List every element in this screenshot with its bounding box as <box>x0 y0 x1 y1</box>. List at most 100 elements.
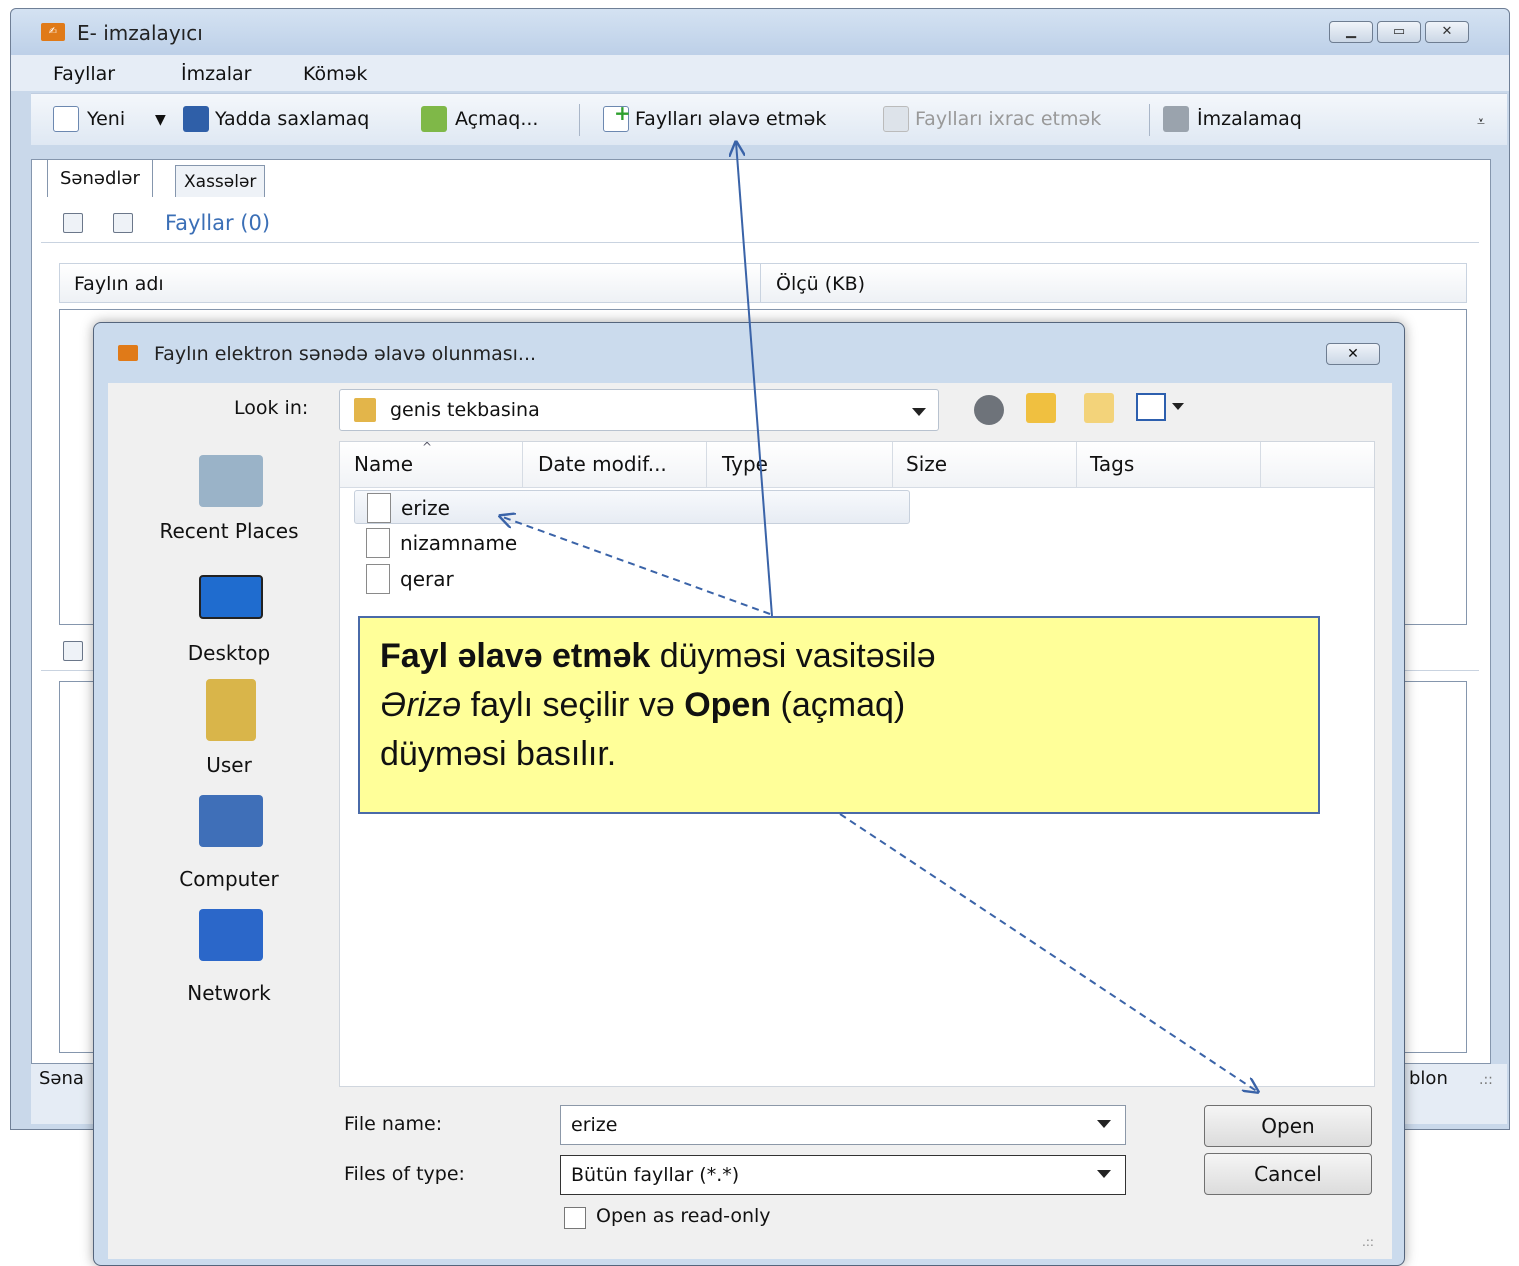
column-divider <box>706 442 707 488</box>
place-desktop[interactable]: Desktop <box>124 565 334 677</box>
add-files-button[interactable]: Faylları əlavə etmək <box>635 108 826 130</box>
back-icon[interactable] <box>974 395 1004 425</box>
resize-grip-icon[interactable]: .:: <box>1479 1072 1493 1088</box>
chevron-down-icon <box>1097 1120 1111 1128</box>
column-divider <box>892 442 893 488</box>
chevron-down-icon <box>912 408 926 416</box>
network-icon <box>199 909 263 961</box>
place-computer[interactable]: Computer <box>124 791 334 903</box>
recent-places-icon <box>199 455 263 507</box>
minimize-button[interactable]: ▁ <box>1329 21 1373 43</box>
signature-app-icon: ✍ <box>41 23 65 41</box>
up-folder-icon[interactable] <box>1026 393 1056 423</box>
document-icon <box>366 564 390 594</box>
details-view-icon[interactable] <box>113 213 133 233</box>
files-of-type-select[interactable]: Bütün fayllar (*.*) <box>560 1155 1126 1195</box>
place-label: User <box>206 753 252 777</box>
files-of-type-label: Files of type: <box>344 1163 465 1185</box>
callout-line-1: Fayl əlavə etmək düyməsi vasitəsilə <box>380 632 1298 681</box>
column-file-name[interactable]: Faylın adı <box>74 273 164 295</box>
view-menu-icon[interactable] <box>1136 393 1166 421</box>
read-only-checkbox[interactable] <box>564 1207 586 1229</box>
files-panel-header: Fayllar (0) <box>41 207 1479 243</box>
place-label: Computer <box>179 867 279 891</box>
column-tags[interactable]: Tags <box>1090 452 1134 476</box>
toolbar-separator <box>579 104 580 136</box>
sign-button[interactable]: İmzalamaq <box>1197 108 1302 130</box>
large-icons-view-icon[interactable] <box>63 213 83 233</box>
column-divider <box>1260 442 1261 488</box>
save-button[interactable]: Yadda saxlamaq <box>215 108 369 130</box>
export-files-button[interactable]: Faylları ixrac etmək <box>915 108 1101 130</box>
user-folder-icon <box>206 679 256 741</box>
open-button[interactable]: Open <box>1204 1105 1372 1147</box>
file-list-header: Name ^ Date modif... Type Size Tags <box>340 440 1374 488</box>
read-only-label: Open as read-only <box>596 1205 771 1227</box>
file-name: nizamname <box>400 531 518 555</box>
dialog-close-button[interactable]: ✕ <box>1326 343 1380 365</box>
place-network[interactable]: Network <box>124 905 334 1017</box>
toolbar-overflow-icon[interactable]: ⩡ <box>1477 114 1485 130</box>
cancel-button[interactable]: Cancel <box>1204 1153 1372 1195</box>
column-size-kb[interactable]: Ölçü (KB) <box>776 273 865 295</box>
computer-icon <box>199 795 263 847</box>
place-label: Network <box>187 981 271 1005</box>
column-size[interactable]: Size <box>906 452 947 476</box>
column-type[interactable]: Type <box>722 452 768 476</box>
new-document-icon <box>53 106 79 132</box>
title-bar[interactable]: ✍ E- imzalayıcı ▁ ▭ ✕ <box>11 9 1509 55</box>
look-in-label: Look in: <box>234 397 309 419</box>
tab-senedler[interactable]: Sənədlər <box>47 159 153 197</box>
column-divider <box>760 264 761 302</box>
tab-xasseler[interactable]: Xassələr <box>175 165 266 197</box>
callout-italic: Ərizə <box>380 686 462 724</box>
chevron-down-icon[interactable] <box>1172 403 1184 410</box>
file-item-qerar[interactable]: qerar <box>354 562 910 596</box>
dialog-title: Faylın elektron sənədə əlavə olunması... <box>154 343 537 365</box>
place-recent-places[interactable]: Recent Places <box>124 441 334 553</box>
place-user[interactable]: User <box>124 677 334 789</box>
file-name-input[interactable]: erize <box>560 1105 1126 1145</box>
callout-bold-1: Fayl əlavə etmək <box>380 637 651 675</box>
maximize-button[interactable]: ▭ <box>1377 21 1421 43</box>
column-divider <box>1076 442 1077 488</box>
open-arrow-icon <box>421 106 447 132</box>
column-divider <box>522 442 523 488</box>
document-icon <box>367 493 391 523</box>
places-bar: Recent Places Desktop User Computer Netw… <box>124 441 334 1081</box>
sign-seal-icon <box>1163 106 1189 132</box>
column-name[interactable]: Name <box>354 452 413 476</box>
place-label: Recent Places <box>159 519 299 543</box>
close-button[interactable]: ✕ <box>1425 21 1469 43</box>
large-icons-view-icon[interactable] <box>63 641 83 661</box>
document-icon <box>366 528 390 558</box>
export-file-icon <box>883 106 909 132</box>
menu-bar: Fayllar İmzalar Kömək <box>11 55 1509 91</box>
new-button[interactable]: Yeni <box>87 108 125 130</box>
desktop-icon <box>199 575 263 619</box>
sort-ascending-icon: ^ <box>422 440 433 454</box>
save-disk-icon <box>183 106 209 132</box>
file-name: erize <box>401 496 450 520</box>
column-date-modified[interactable]: Date modif... <box>538 452 667 476</box>
new-folder-icon[interactable] <box>1084 393 1114 423</box>
menu-komek[interactable]: Kömək <box>303 63 367 85</box>
file-name: qerar <box>400 567 454 591</box>
new-dropdown-arrow-icon[interactable]: ▼ <box>155 112 166 128</box>
folder-icon <box>354 398 376 422</box>
resize-grip-icon[interactable]: .:: <box>1362 1235 1374 1249</box>
files-panel-title: Fayllar (0) <box>165 211 271 235</box>
look-in-value: genis tekbasina <box>390 399 540 421</box>
open-button[interactable]: Açmaq... <box>455 108 538 130</box>
menu-fayllar[interactable]: Fayllar <box>53 63 115 85</box>
file-item-erize[interactable]: erize <box>354 490 910 524</box>
toolbar: Yeni ▼ Yadda saxlamaq Açmaq... + Fayllar… <box>31 93 1507 145</box>
menu-imzalar[interactable]: İmzalar <box>181 63 251 85</box>
chevron-down-icon <box>1097 1170 1111 1178</box>
signature-app-icon <box>118 345 138 361</box>
place-label: Desktop <box>187 641 271 665</box>
toolbar-separator <box>1149 104 1150 136</box>
files-table-header: Faylın adı Ölçü (KB) <box>59 263 1467 303</box>
look-in-combo[interactable]: genis tekbasina <box>339 389 939 431</box>
file-item-nizamname[interactable]: nizamname <box>354 526 910 560</box>
